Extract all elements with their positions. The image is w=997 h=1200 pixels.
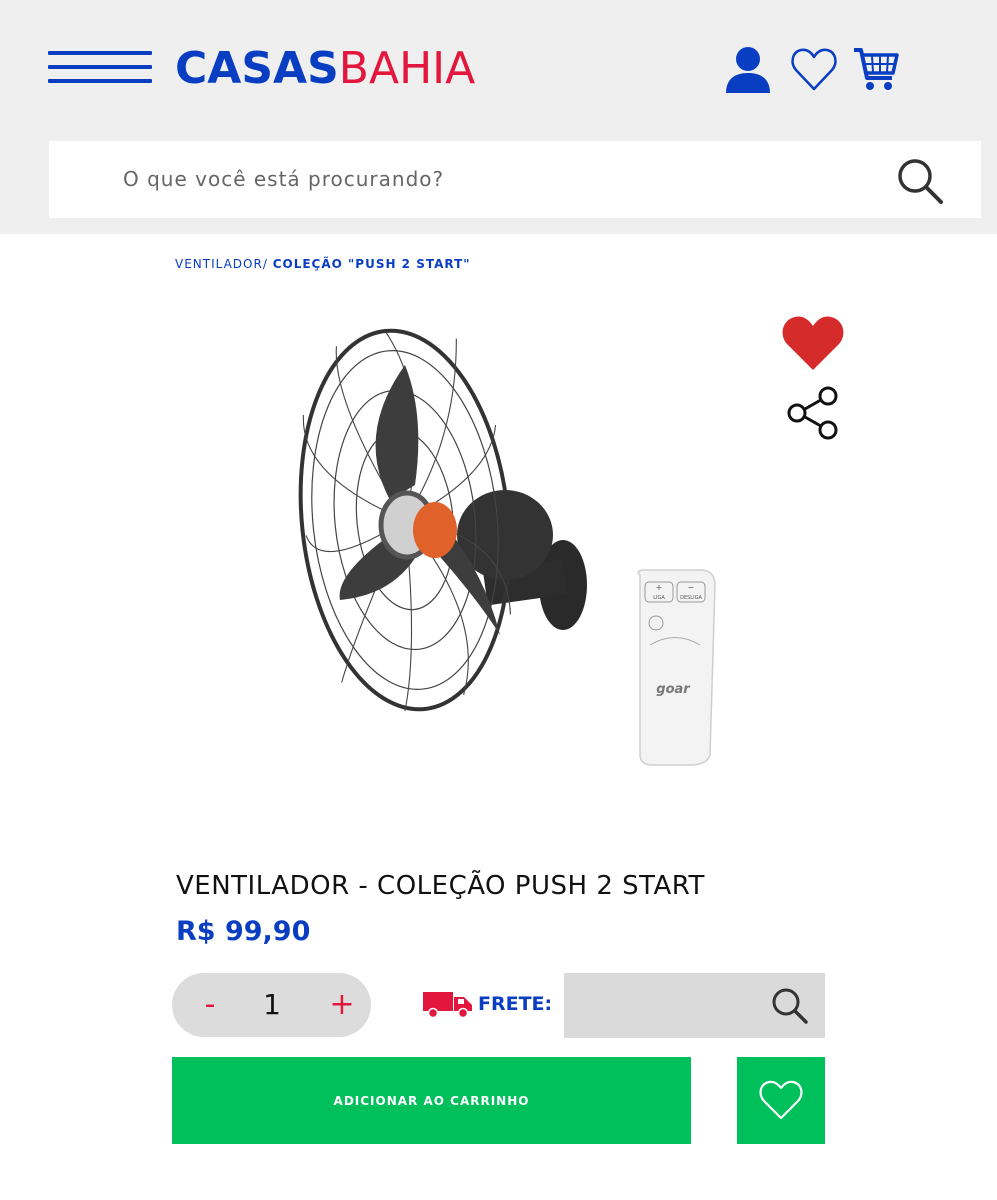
casas-bahia-logo[interactable]: CASAS BAHIA — [175, 40, 475, 96]
quantity-decrease-button[interactable]: - — [190, 983, 230, 1027]
cart-icon[interactable] — [852, 44, 900, 99]
site-header: CASAS BAHIA — [0, 0, 997, 234]
breadcrumb-item-ventilador[interactable]: VENTILADOR/ — [175, 257, 268, 271]
search-input[interactable] — [123, 159, 883, 199]
heart-outline-icon[interactable] — [790, 46, 838, 97]
frete-field — [564, 973, 825, 1038]
heart-outline-icon — [759, 1080, 803, 1120]
quantity-value: 1 — [263, 988, 281, 1021]
logo-part-casas: CASAS — [175, 42, 339, 94]
fan-hub-orange — [413, 502, 457, 558]
logo-part-bahia: BAHIA — [338, 42, 476, 94]
breadcrumb: VENTILADOR/ COLEÇÃO "PUSH 2 START" — [175, 257, 471, 271]
truck-icon — [422, 989, 474, 1024]
wishlist-button[interactable] — [737, 1057, 825, 1144]
menu-icon[interactable] — [48, 50, 152, 84]
svg-text:DESLIGA: DESLIGA — [680, 595, 702, 601]
quantity-stepper: - 1 + — [172, 973, 371, 1037]
favorite-heart-icon[interactable] — [781, 314, 845, 377]
share-icon[interactable] — [786, 386, 842, 447]
product-price: R$ 99,90 — [176, 916, 311, 947]
product-image: + − LIGA DESLIGA goar — [295, 325, 735, 775]
svg-text:−: − — [688, 583, 695, 592]
product-title: VENTILADOR - COLEÇÃO PUSH 2 START — [176, 871, 705, 901]
search-icon[interactable] — [896, 157, 944, 210]
search-bar — [49, 141, 981, 218]
remote-control: + − LIGA DESLIGA goar — [637, 569, 716, 766]
breadcrumb-item-colecao[interactable]: COLEÇÃO "PUSH 2 START" — [273, 257, 471, 271]
add-to-cart-button[interactable]: ADICIONAR AO CARRINHO — [172, 1057, 691, 1144]
svg-text:+: + — [656, 583, 663, 592]
user-icon[interactable] — [723, 46, 773, 99]
frete-label: FRETE: — [478, 993, 553, 1015]
frete-input[interactable] — [574, 985, 764, 1025]
fan-blade — [375, 365, 419, 500]
svg-text:goar: goar — [656, 682, 691, 697]
svg-text:LIGA: LIGA — [653, 595, 665, 601]
frete-search-icon[interactable] — [770, 987, 810, 1030]
quantity-increase-button[interactable]: + — [322, 983, 362, 1027]
